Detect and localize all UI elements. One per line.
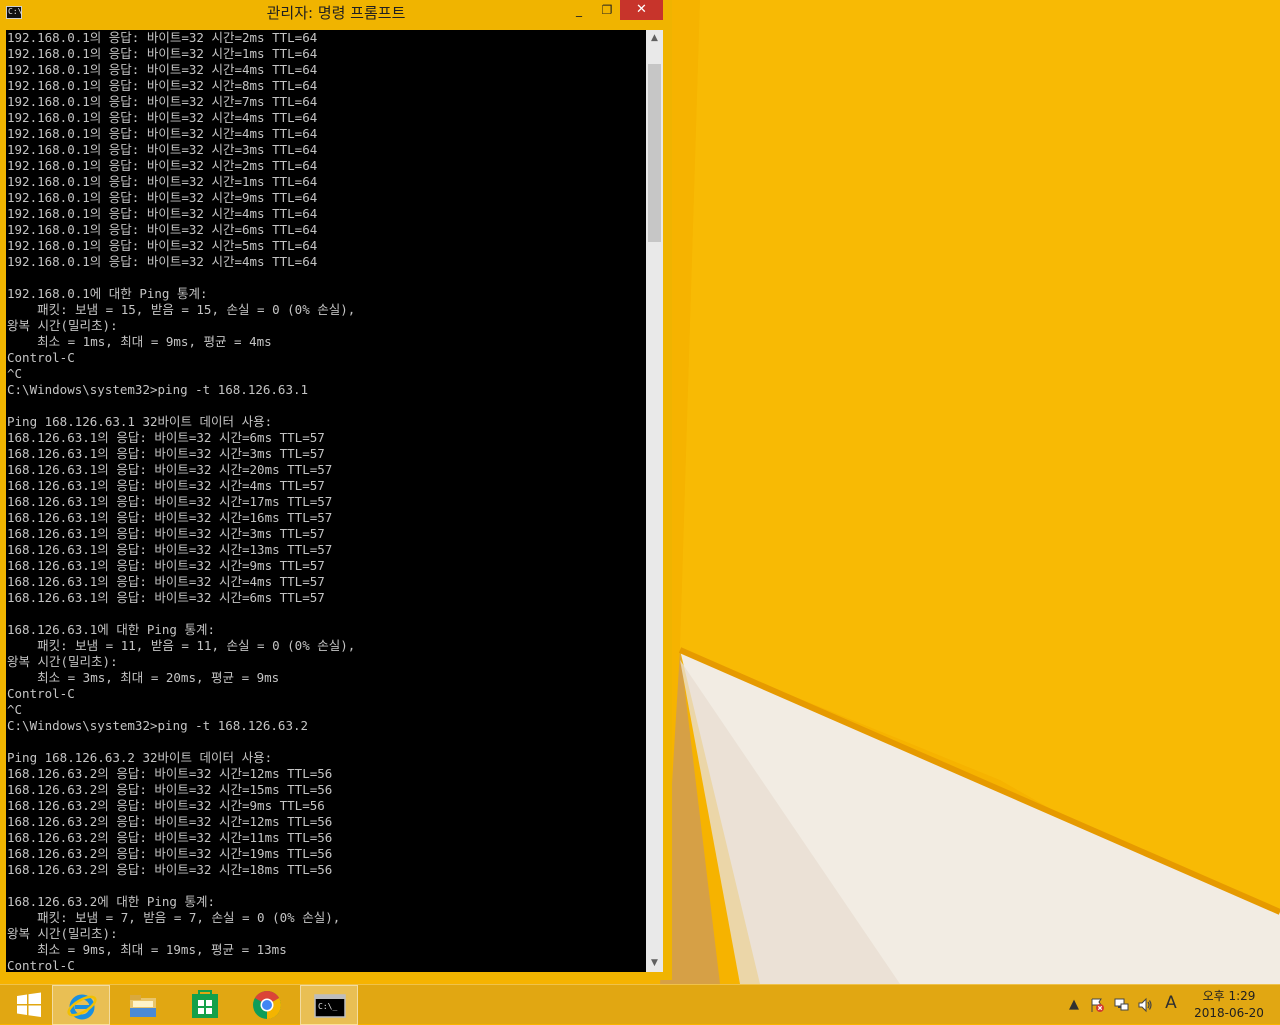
console-line: 왕복 시간(밀리초): [7, 654, 118, 669]
console-line: 패킷: 보냄 = 15, 받음 = 15, 손실 = 0 (0% 손실), [7, 302, 356, 317]
console-line: Ping 168.126.63.2 32바이트 데이터 사용: [7, 750, 273, 765]
console-line: 192.168.0.1의 응답: 바이트=32 시간=8ms TTL=64 [7, 78, 318, 93]
svg-text:C:\_: C:\_ [318, 1002, 337, 1011]
internet-explorer-icon [67, 994, 97, 1020]
console-line: 최소 = 9ms, 최대 = 19ms, 평균 = 13ms [7, 942, 287, 957]
console-line: 168.126.63.2의 응답: 바이트=32 시간=12ms TTL=56 [7, 766, 333, 781]
taskbar-file-explorer[interactable] [114, 985, 172, 1025]
scroll-up-arrow-icon[interactable]: ▲ [646, 30, 663, 47]
clock-date: 2018-06-20 [1194, 1006, 1264, 1020]
console-line: C:\Windows\system32>ping -t 168.126.63.1 [7, 382, 309, 397]
console-line: 168.126.63.1의 응답: 바이트=32 시간=16ms TTL=57 [7, 510, 333, 525]
console-line: 192.168.0.1의 응답: 바이트=32 시간=5ms TTL=64 [7, 238, 318, 253]
console-line: 168.126.63.2의 응답: 바이트=32 시간=12ms TTL=56 [7, 814, 333, 829]
console-line: 168.126.63.1의 응답: 바이트=32 시간=4ms TTL=57 [7, 478, 325, 493]
console-line: 168.126.63.1의 응답: 바이트=32 시간=3ms TTL=57 [7, 446, 325, 461]
console-line: Control-C [7, 686, 75, 701]
console-line: 192.168.0.1의 응답: 바이트=32 시간=7ms TTL=64 [7, 94, 318, 109]
command-prompt-icon: C:\_ [314, 994, 346, 1018]
console-line: 192.168.0.1의 응답: 바이트=32 시간=1ms TTL=64 [7, 46, 318, 61]
taskbar: C:\_ ▲ A 오후 1:29 2018-06-20 [0, 984, 1280, 1025]
clock[interactable]: 오후 1:29 2018-06-20 [1188, 988, 1270, 1022]
console-line: 192.168.0.1의 응답: 바이트=32 시간=2ms TTL=64 [7, 158, 318, 173]
console-line: Control-C [7, 350, 75, 365]
console-line: 패킷: 보냄 = 7, 받음 = 7, 손실 = 0 (0% 손실), [7, 910, 341, 925]
console-line: 168.126.63.1의 응답: 바이트=32 시간=9ms TTL=57 [7, 558, 325, 573]
show-hidden-icons-chevron-icon[interactable]: ▲ [1066, 997, 1082, 1013]
console-line: 168.126.63.2의 응답: 바이트=32 시간=19ms TTL=56 [7, 846, 333, 861]
flag-icon[interactable] [1089, 997, 1105, 1013]
command-prompt-window: C:\ 관리자: 명령 프롬프트 _ ❐ ✕ 192.168.0.1의 응답: … [0, 0, 672, 980]
input-method-indicator[interactable]: A [1163, 995, 1179, 1012]
console-line: 168.126.63.1의 응답: 바이트=32 시간=6ms TTL=57 [7, 430, 325, 445]
console-line: 168.126.63.2에 대한 Ping 통계: [7, 894, 216, 909]
console-text: 192.168.0.1의 응답: 바이트=32 시간=2ms TTL=64 192… [6, 30, 646, 972]
title-bar[interactable]: C:\ 관리자: 명령 프롬프트 _ ❐ ✕ [0, 0, 672, 26]
console-output[interactable]: 192.168.0.1의 응답: 바이트=32 시간=2ms TTL=64 192… [6, 30, 646, 972]
console-line: 168.126.63.1의 응답: 바이트=32 시간=13ms TTL=57 [7, 542, 333, 557]
chrome-icon [253, 991, 281, 1019]
console-line: 192.168.0.1의 응답: 바이트=32 시간=4ms TTL=64 [7, 126, 318, 141]
console-line: 168.126.63.2의 응답: 바이트=32 시간=15ms TTL=56 [7, 782, 333, 797]
network-icon[interactable] [1113, 997, 1129, 1013]
console-line: 168.126.63.1의 응답: 바이트=32 시간=17ms TTL=57 [7, 494, 333, 509]
scrollbar-thumb[interactable] [648, 64, 661, 242]
taskbar-chrome[interactable] [238, 985, 296, 1025]
start-button[interactable] [0, 985, 58, 1025]
console-line: 192.168.0.1의 응답: 바이트=32 시간=4ms TTL=64 [7, 110, 318, 125]
console-line: Control-C [7, 958, 75, 972]
console-line: 최소 = 1ms, 최대 = 9ms, 평균 = 4ms [7, 334, 272, 349]
console-line: 192.168.0.1의 응답: 바이트=32 시간=4ms TTL=64 [7, 206, 318, 221]
console-line: 192.168.0.1의 응답: 바이트=32 시간=3ms TTL=64 [7, 142, 318, 157]
console-line: 168.126.63.1의 응답: 바이트=32 시간=20ms TTL=57 [7, 462, 333, 477]
console-line: 168.126.63.2의 응답: 바이트=32 시간=11ms TTL=56 [7, 830, 333, 845]
scroll-down-arrow-icon[interactable]: ▼ [646, 955, 663, 972]
console-line: 168.126.63.2의 응답: 바이트=32 시간=18ms TTL=56 [7, 862, 333, 877]
console-line: 168.126.63.2의 응답: 바이트=32 시간=9ms TTL=56 [7, 798, 325, 813]
console-line: 최소 = 3ms, 최대 = 20ms, 평균 = 9ms [7, 670, 280, 685]
console-line: 왕복 시간(밀리초): [7, 318, 118, 333]
console-line: 168.126.63.1의 응답: 바이트=32 시간=3ms TTL=57 [7, 526, 325, 541]
vertical-scrollbar[interactable]: ▲ ▼ [646, 30, 663, 972]
console-line: 192.168.0.1의 응답: 바이트=32 시간=9ms TTL=64 [7, 190, 318, 205]
console-line: 왕복 시간(밀리초): [7, 926, 118, 941]
console-line: C:\Windows\system32>ping -t 168.126.63.2 [7, 718, 309, 733]
console-line: 192.168.0.1의 응답: 바이트=32 시간=6ms TTL=64 [7, 222, 318, 237]
console-line: 192.168.0.1의 응답: 바이트=32 시간=1ms TTL=64 [7, 174, 318, 189]
console-line: 168.126.63.1에 대한 Ping 통계: [7, 622, 216, 637]
console-line: 168.126.63.1의 응답: 바이트=32 시간=6ms TTL=57 [7, 590, 325, 605]
file-explorer-icon [130, 995, 156, 1017]
maximize-button[interactable]: ❐ [594, 0, 620, 20]
taskbar-command-prompt[interactable]: C:\_ [300, 985, 358, 1025]
console-line: 192.168.0.1에 대한 Ping 통계: [7, 286, 208, 301]
taskbar-internet-explorer[interactable] [52, 985, 110, 1025]
windows-start-icon [17, 992, 41, 1017]
console-line: 192.168.0.1의 응답: 바이트=32 시간=4ms TTL=64 [7, 254, 318, 269]
volume-icon[interactable] [1137, 997, 1153, 1013]
console-line: ^C [7, 702, 23, 717]
windows-store-icon [192, 990, 218, 1018]
console-line: 192.168.0.1의 응답: 바이트=32 시간=2ms TTL=64 [7, 30, 318, 45]
clock-time: 오후 1:29 [1202, 989, 1256, 1003]
console-line: 패킷: 보냄 = 11, 받음 = 11, 손실 = 0 (0% 손실), [7, 638, 356, 653]
console-line: 168.126.63.1의 응답: 바이트=32 시간=4ms TTL=57 [7, 574, 325, 589]
console-line: 192.168.0.1의 응답: 바이트=32 시간=4ms TTL=64 [7, 62, 318, 77]
minimize-button[interactable]: _ [566, 0, 592, 20]
console-line: ^C [7, 366, 23, 381]
taskbar-windows-store[interactable] [176, 985, 234, 1025]
console-line: Ping 168.126.63.1 32바이트 데이터 사용: [7, 414, 273, 429]
close-button[interactable]: ✕ [620, 0, 663, 20]
